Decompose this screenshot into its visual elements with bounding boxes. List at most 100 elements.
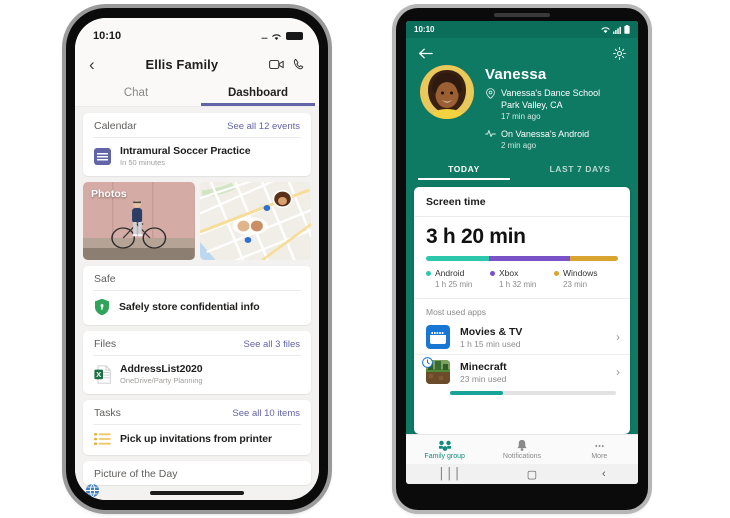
calendar-event-text: Intramural Soccer Practice In 50 minutes	[120, 145, 251, 167]
minecraft-progress-track	[450, 391, 616, 395]
calendar-card[interactable]: Calendar See all 12 events Intramural So…	[83, 113, 311, 176]
file-row-text: AddressList2020 OneDrive/Party Planning	[120, 363, 203, 385]
media-row: Photos	[83, 182, 311, 260]
tab-dashboard[interactable]: Dashboard	[197, 80, 319, 106]
activity-line-1: On Vanessa's Android	[501, 129, 590, 139]
app-row-minecraft[interactable]: Minecraft 23 min used ›	[414, 355, 630, 389]
ios-tab-bar: Chat Dashboard	[75, 80, 319, 107]
safe-card-title: Safe	[94, 273, 116, 285]
svg-text:X: X	[96, 369, 101, 378]
picture-of-day-card[interactable]: Picture of the Day	[83, 461, 311, 485]
map-card[interactable]	[199, 182, 311, 260]
task-title: Pick up invitations from printer	[120, 433, 272, 445]
signal-dots-icon: ....	[260, 31, 268, 41]
android-screen: 10:10 Vanessa Vanessa's Dance School Par…	[406, 21, 638, 484]
ios-header: ‹ Ellis Family	[75, 48, 319, 80]
nav-notifications[interactable]: Notifications	[483, 439, 560, 460]
calendar-event-row[interactable]: Intramural Soccer Practice In 50 minutes	[83, 138, 311, 176]
nav-more[interactable]: More	[561, 440, 638, 460]
picture-of-day-title: Picture of the Day	[94, 468, 178, 480]
location-line-1: Vanessa's Dance School	[501, 88, 601, 98]
location-timestamp: 17 min ago	[501, 112, 541, 121]
home-icon[interactable]: ▢	[527, 468, 537, 481]
android-status-bar: 10:10	[406, 21, 638, 38]
tab-today[interactable]: TODAY	[406, 158, 522, 180]
android-status-icons	[601, 25, 630, 34]
minecraft-progress-fill	[450, 391, 504, 395]
android-content: Screen time 3 h 20 min Android 1 h 25 mi…	[406, 180, 638, 434]
back-icon[interactable]: ‹	[602, 468, 606, 480]
calendar-icon	[94, 147, 111, 165]
wifi-icon	[601, 26, 610, 33]
excel-file-icon: X	[94, 364, 111, 384]
legend-value-android: 1 h 25 min	[435, 280, 473, 289]
nav-label-more: More	[591, 452, 608, 460]
globe-icon[interactable]	[85, 483, 100, 498]
safe-card[interactable]: Safe Safely store confidential info	[83, 266, 311, 325]
calendar-event-title: Intramural Soccer Practice	[120, 145, 251, 157]
files-see-all-link[interactable]: See all 3 files	[243, 339, 300, 350]
file-name: AddressList2020	[120, 363, 203, 375]
chevron-right-icon[interactable]: ›	[616, 330, 620, 344]
nav-label-family-group: Family group	[424, 452, 465, 460]
ios-status-icons: ....	[261, 31, 303, 41]
legend-item-windows: Windows 23 min	[554, 268, 618, 289]
bar-segment-android	[426, 256, 490, 261]
android-device-frame: 10:10 Vanessa Vanessa's Dance School Par…	[396, 8, 648, 510]
files-card-title: Files	[94, 338, 117, 350]
tasks-card-header: Tasks See all 10 items	[83, 400, 311, 424]
location-text: Vanessa's Dance School Park Valley, CA 1…	[501, 87, 600, 122]
photos-card[interactable]: Photos	[83, 182, 195, 260]
avatar-photo	[420, 65, 474, 119]
legend-item-android: Android 1 h 25 min	[426, 268, 490, 289]
tab-chat[interactable]: Chat	[75, 80, 197, 106]
activity-meta: On Vanessa's Android 2 min ago	[485, 128, 600, 151]
android-earpiece	[494, 13, 550, 17]
movies-tv-glyph	[430, 331, 446, 344]
battery-icon	[286, 32, 303, 40]
legend-label-android: Android	[435, 268, 465, 278]
legend-dot-android	[426, 270, 431, 276]
video-call-icon[interactable]	[269, 59, 284, 70]
chevron-right-icon[interactable]: ›	[616, 365, 620, 379]
safe-row[interactable]: Safely store confidential info	[83, 291, 311, 325]
recents-icon[interactable]: │││	[438, 468, 462, 480]
safe-card-header: Safe	[83, 266, 311, 290]
iphone-screen: 10:10 .... ‹ Ellis Family Chat Dashboard…	[75, 18, 319, 500]
ios-status-time: 10:10	[93, 30, 122, 42]
gear-icon[interactable]	[613, 47, 626, 60]
bar-segment-windows	[570, 256, 618, 261]
screen-time-legend: Android 1 h 25 min Xbox 1 h 32 min Windo…	[426, 268, 618, 289]
legend-label-xbox: Xbox	[499, 268, 519, 278]
ios-home-indicator[interactable]	[150, 491, 244, 495]
legend-top: Windows	[554, 268, 618, 278]
task-row[interactable]: Pick up invitations from printer	[83, 425, 311, 455]
tasks-see-all-link[interactable]: See all 10 items	[232, 408, 300, 419]
screen-time-total: 3 h 20 min	[426, 225, 526, 248]
file-row[interactable]: X AddressList2020 OneDrive/Party Plannin…	[83, 356, 311, 394]
app-name-minecraft: Minecraft	[460, 360, 507, 373]
tasks-card[interactable]: Tasks See all 10 items Pick up invitatio	[83, 400, 311, 455]
calendar-card-header: Calendar See all 12 events	[83, 113, 311, 137]
tab-last-7-days[interactable]: LAST 7 DAYS	[522, 158, 638, 180]
legend-value-windows: 23 min	[563, 280, 588, 289]
calendar-see-all-link[interactable]: See all 12 events	[227, 121, 300, 132]
legend-dot-xbox	[490, 270, 495, 276]
files-card[interactable]: Files See all 3 files X AddressList2020 …	[83, 331, 311, 394]
file-location: OneDrive/Party Planning	[120, 376, 203, 385]
profile-block: Vanessa Vanessa's Dance School Park Vall…	[418, 65, 626, 158]
nav-family-group[interactable]: Family group	[406, 440, 483, 460]
screen-time-stacked-bar	[426, 256, 618, 261]
avatar[interactable]	[420, 65, 474, 119]
phone-call-icon[interactable]	[293, 58, 305, 70]
safe-row-title: Safely store confidential info	[119, 301, 260, 313]
bar-segment-xbox	[489, 256, 570, 261]
calendar-card-title: Calendar	[94, 120, 137, 132]
app-row-movies-tv[interactable]: Movies & TV 1 h 15 min used ›	[414, 320, 630, 355]
movies-tv-text: Movies & TV 1 h 15 min used	[460, 326, 606, 349]
profile-name: Vanessa	[485, 66, 547, 83]
arrow-left-icon[interactable]	[418, 47, 433, 60]
map-illustration	[199, 182, 311, 260]
nav-label-notifications: Notifications	[502, 453, 542, 460]
picture-of-day-header: Picture of the Day	[83, 461, 311, 485]
